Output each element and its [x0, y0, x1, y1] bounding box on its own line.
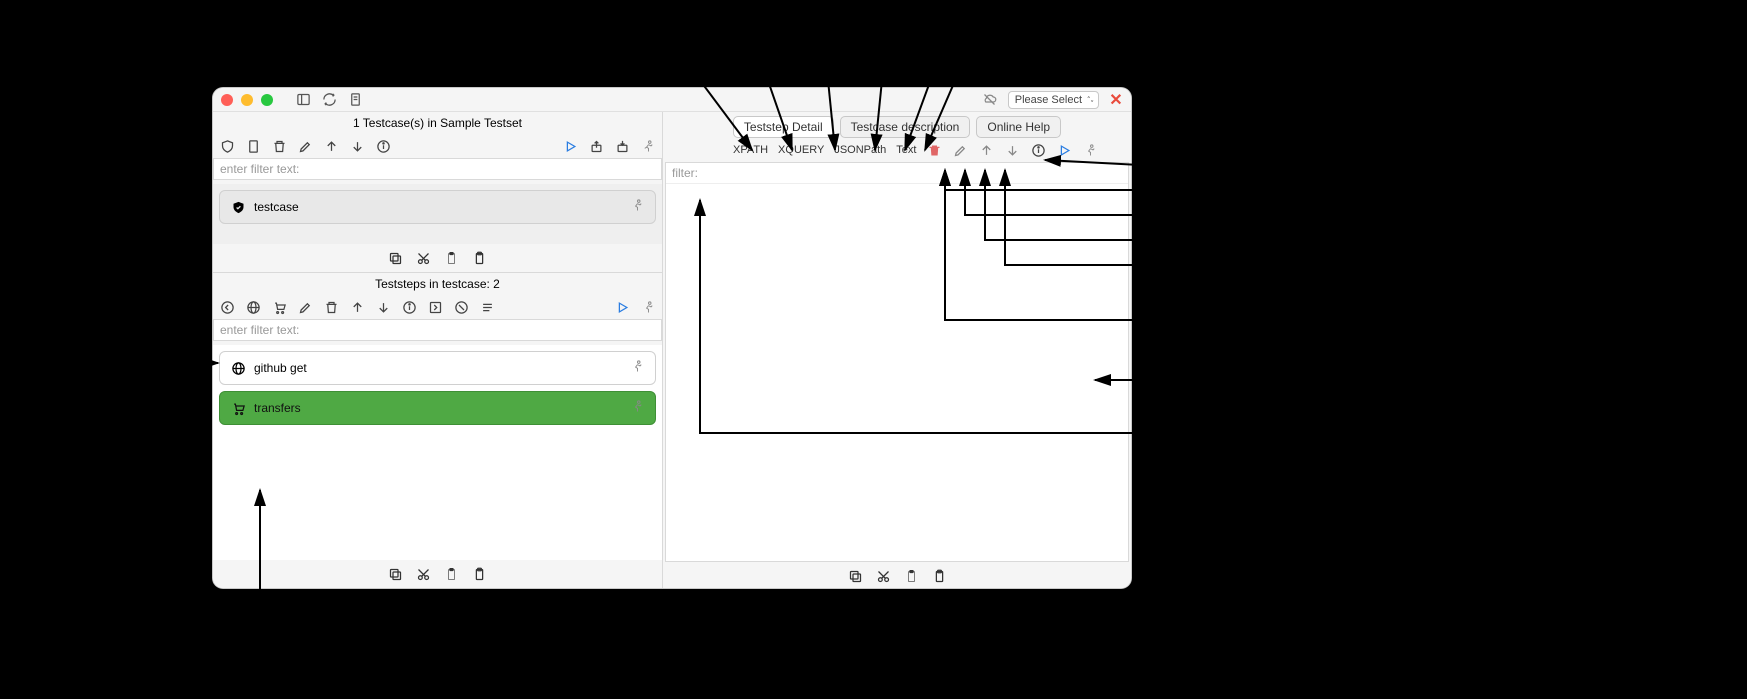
teststep-row-github[interactable]: github get	[219, 351, 656, 385]
cut-icon[interactable]	[416, 250, 432, 266]
titlebar: Please Select ✕	[213, 88, 1131, 112]
copy-icon[interactable]	[847, 568, 863, 584]
runner-icon	[630, 359, 645, 377]
page-icon[interactable]	[245, 138, 261, 154]
type-jsonpath-button[interactable]: JSONPath	[834, 144, 886, 156]
testcase-clipboard-bar	[213, 244, 662, 272]
runner-icon[interactable]	[640, 138, 656, 154]
right-clipboard-bar	[663, 564, 1131, 588]
minimize-window-button[interactable]	[241, 94, 253, 106]
paste-icon[interactable]	[472, 250, 488, 266]
environment-select-label: Please Select	[1015, 94, 1082, 106]
environment-select[interactable]: Please Select	[1008, 91, 1099, 109]
edit-icon[interactable]	[952, 142, 968, 158]
cart-icon	[230, 400, 246, 416]
teststep-row-transfers[interactable]: transfers	[219, 391, 656, 425]
runner-icon[interactable]	[640, 299, 656, 315]
right-toolbar: XPATH XQUERY JSONPath Text	[663, 138, 1131, 162]
right-tabs: Teststep Detail Testcase description Onl…	[663, 112, 1131, 138]
arrow-up-icon[interactable]	[323, 138, 339, 154]
copy-icon[interactable]	[388, 566, 404, 582]
edit-icon[interactable]	[297, 299, 313, 315]
teststep-list: github get transfers	[213, 345, 662, 560]
cut-icon[interactable]	[875, 568, 891, 584]
testcase-row-label: testcase	[254, 200, 299, 214]
info-icon[interactable]	[375, 138, 391, 154]
testcase-filter-input[interactable]: enter filter text:	[213, 158, 662, 180]
info-icon[interactable]	[1030, 142, 1046, 158]
export-icon[interactable]	[588, 138, 604, 154]
runner-icon	[630, 399, 645, 417]
arrow-up-icon[interactable]	[349, 299, 365, 315]
cart-icon[interactable]	[271, 299, 287, 315]
clipboard-icon[interactable]	[444, 566, 460, 582]
cloud-off-icon[interactable]	[982, 92, 998, 108]
main-body: 1 Testcase(s) in Sample Testset enter fi…	[213, 112, 1131, 588]
paste-icon[interactable]	[472, 566, 488, 582]
box-arrow-icon[interactable]	[427, 299, 443, 315]
right-content: filter:	[665, 162, 1129, 562]
stop-icon[interactable]	[453, 299, 469, 315]
trash-icon[interactable]	[271, 138, 287, 154]
list-icon[interactable]	[479, 299, 495, 315]
shield-check-icon	[230, 199, 246, 215]
arrow-down-icon[interactable]	[1004, 142, 1020, 158]
app-window: Please Select ✕ 1 Testcase(s) in Sample …	[213, 88, 1131, 588]
arrow-down-icon[interactable]	[349, 138, 365, 154]
window-controls	[221, 94, 273, 106]
info-icon[interactable]	[401, 299, 417, 315]
sync-icon[interactable]	[321, 92, 337, 108]
cut-icon[interactable]	[416, 566, 432, 582]
right-filter-input[interactable]: filter:	[666, 163, 1128, 184]
tab-testcase-description[interactable]: Testcase description	[840, 116, 971, 138]
globe-icon[interactable]	[245, 299, 261, 315]
tab-teststep-detail[interactable]: Teststep Detail	[733, 116, 834, 138]
type-xquery-button[interactable]: XQUERY	[778, 144, 824, 156]
runner-icon[interactable]	[1082, 142, 1098, 158]
play-icon[interactable]	[562, 138, 578, 154]
testcase-list: testcase	[213, 184, 662, 244]
shield-icon[interactable]	[219, 138, 235, 154]
testcases-title: 1 Testcase(s) in Sample Testset	[213, 112, 662, 134]
teststep-clipboard-bar	[213, 560, 662, 588]
arrow-down-icon[interactable]	[375, 299, 391, 315]
document-icon[interactable]	[347, 92, 363, 108]
maximize-window-button[interactable]	[261, 94, 273, 106]
right-panel: Teststep Detail Testcase description Onl…	[663, 112, 1131, 588]
paste-icon[interactable]	[931, 568, 947, 584]
transfer-list-area[interactable]	[666, 184, 1128, 561]
close-icon[interactable]: ✕	[1109, 93, 1123, 107]
clipboard-icon[interactable]	[444, 250, 460, 266]
arrow-up-icon[interactable]	[978, 142, 994, 158]
copy-icon[interactable]	[388, 250, 404, 266]
teststep-row-label: github get	[254, 361, 307, 375]
teststep-row-label: transfers	[254, 401, 301, 415]
close-window-button[interactable]	[221, 94, 233, 106]
trash-icon[interactable]	[926, 142, 942, 158]
type-xpath-button[interactable]: XPATH	[733, 144, 768, 156]
type-text-button[interactable]: Text	[896, 144, 916, 156]
teststeps-title: Teststeps in testcase: 2	[213, 273, 662, 295]
edit-icon[interactable]	[297, 138, 313, 154]
titlebar-right: Please Select ✕	[982, 91, 1123, 109]
testcase-row[interactable]: testcase	[219, 190, 656, 224]
import-icon[interactable]	[614, 138, 630, 154]
testcase-toolbar	[213, 134, 662, 158]
runner-icon	[630, 198, 645, 216]
left-panel: 1 Testcase(s) in Sample Testset enter fi…	[213, 112, 663, 588]
titlebar-left-icons	[295, 92, 363, 108]
clipboard-icon[interactable]	[903, 568, 919, 584]
play-icon[interactable]	[614, 299, 630, 315]
sidebar-toggle-icon[interactable]	[295, 92, 311, 108]
globe-icon	[230, 360, 246, 376]
teststep-toolbar	[213, 295, 662, 319]
teststep-filter-input[interactable]: enter filter text:	[213, 319, 662, 341]
tab-online-help[interactable]: Online Help	[976, 116, 1061, 138]
back-icon[interactable]	[219, 299, 235, 315]
trash-icon[interactable]	[323, 299, 339, 315]
play-icon[interactable]	[1056, 142, 1072, 158]
